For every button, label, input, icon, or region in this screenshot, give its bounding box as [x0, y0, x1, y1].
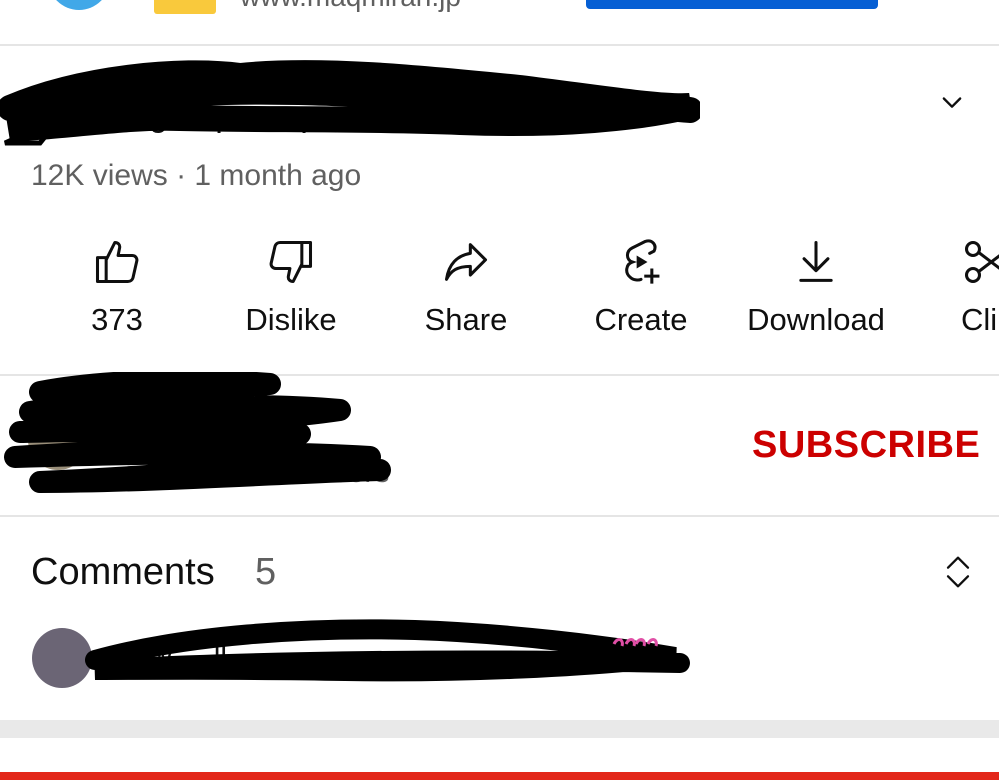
dislike-button[interactable]: Dislike	[206, 230, 376, 350]
create-shorts-icon	[625, 239, 660, 284]
bottom-thumbnail-edge[interactable]	[0, 772, 999, 780]
scissors-icon	[964, 240, 999, 284]
clip-label: Cli	[961, 302, 998, 337]
share-button[interactable]: Share	[381, 230, 551, 350]
ad-badge	[154, 0, 216, 14]
divider	[0, 515, 999, 517]
clip-button[interactable]: Cli	[930, 230, 999, 350]
comments-heading[interactable]: Comments	[31, 550, 215, 594]
share-arrow-icon	[444, 243, 488, 281]
like-button[interactable]: 373	[32, 230, 202, 350]
share-label: Share	[424, 302, 508, 337]
thumb-up-icon	[95, 240, 139, 284]
download-button[interactable]: Download	[731, 230, 901, 350]
section-gap	[0, 720, 999, 738]
create-label: Create	[594, 302, 688, 337]
dislike-label: Dislike	[245, 302, 337, 337]
ad-cta-button[interactable]	[586, 0, 878, 9]
heart-eyes-emoji	[612, 638, 658, 647]
ad-avatar[interactable]	[48, 0, 110, 10]
commenter-avatar[interactable]	[32, 628, 92, 688]
comments-count: 5	[255, 551, 277, 593]
comment-redaction	[85, 619, 690, 682]
download-icon	[799, 240, 833, 282]
chevron-down-icon[interactable]	[938, 88, 966, 116]
title-redaction	[0, 60, 700, 146]
expand-collapse-icon[interactable]	[940, 552, 976, 592]
ad-url[interactable]: www.maqmiran.jp	[240, 0, 461, 12]
channel-redaction	[4, 372, 391, 493]
download-label: Download	[747, 302, 885, 337]
create-button[interactable]: Create	[556, 230, 726, 350]
thumb-down-icon	[269, 240, 313, 284]
like-count: 373	[91, 302, 143, 337]
divider	[0, 44, 999, 46]
video-meta: 12K views · 1 month ago	[31, 159, 362, 192]
subscribe-button[interactable]: SUBSCRIBE	[752, 423, 980, 467]
